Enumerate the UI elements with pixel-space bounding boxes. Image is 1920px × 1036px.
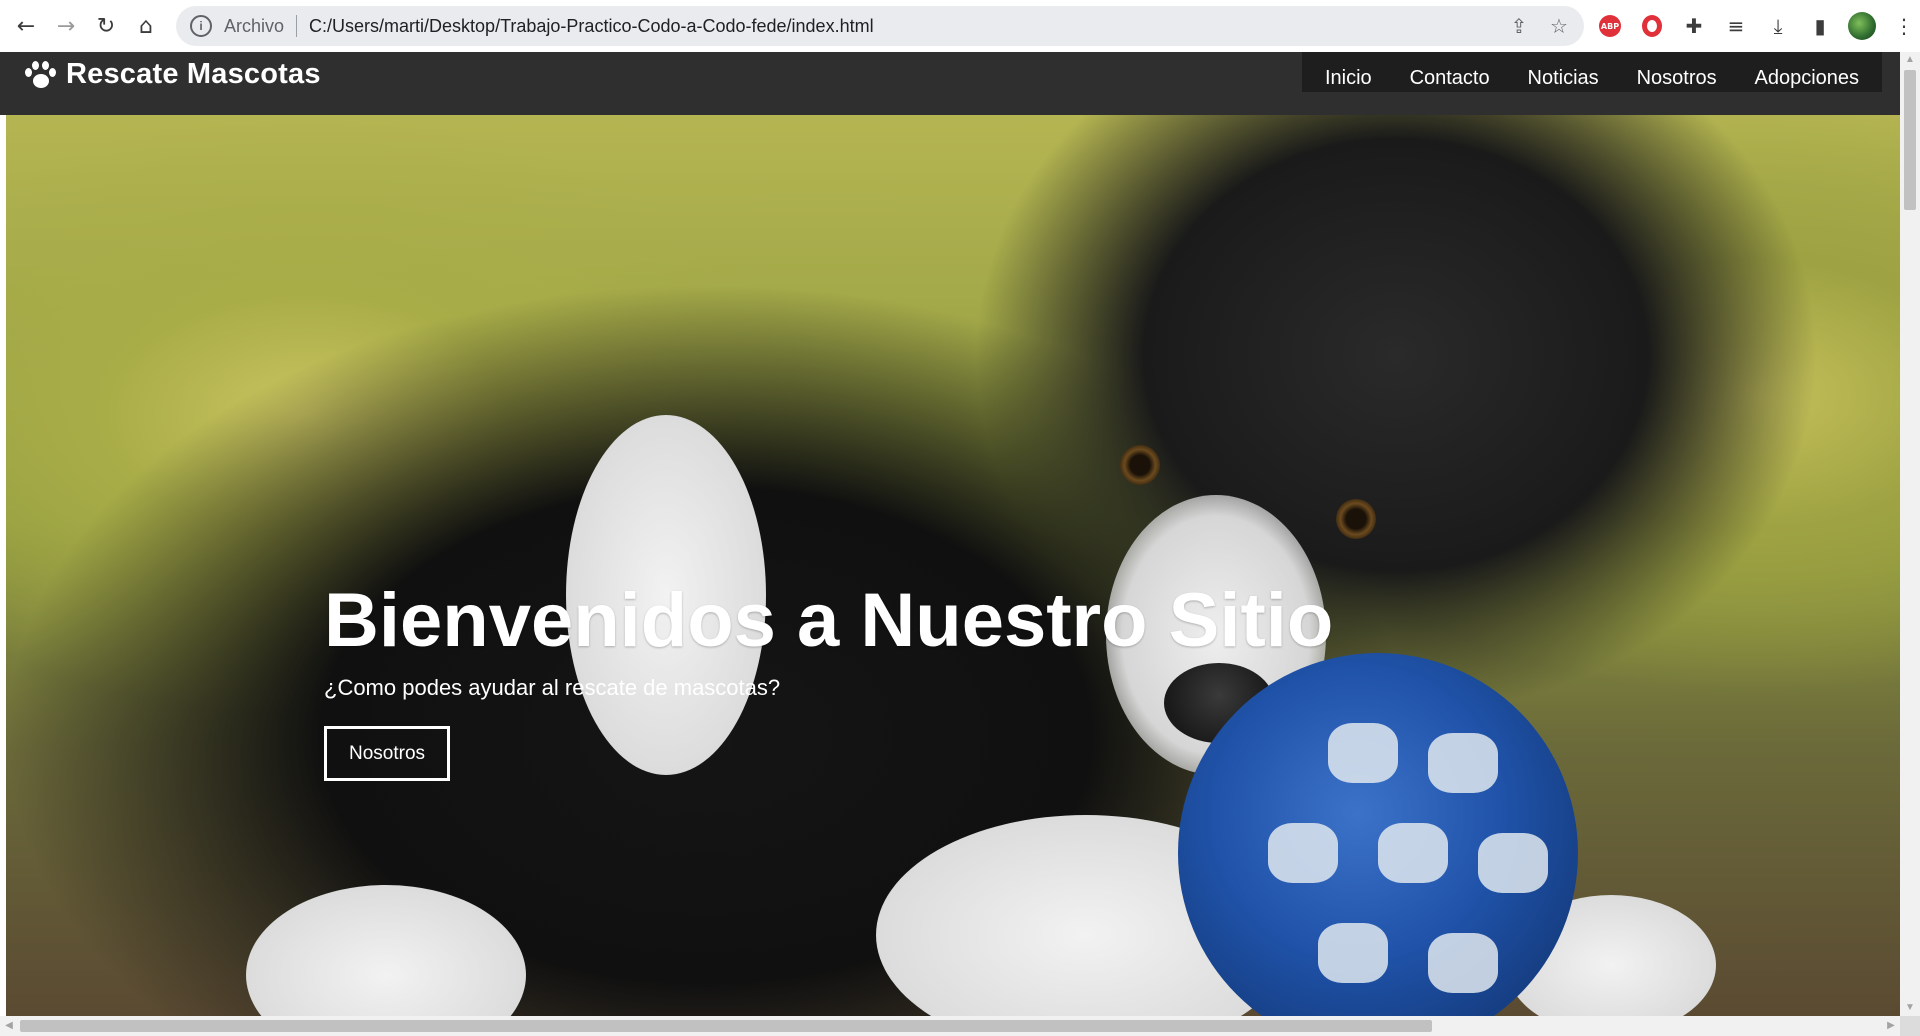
home-icon[interactable]: ⌂ — [126, 6, 166, 46]
extensions-bar: ABP ✚ ≡ ⤓ ▮ ⋮ — [1596, 6, 1918, 46]
address-bar[interactable]: i Archivo C:/Users/marti/Desktop/Trabajo… — [176, 6, 1584, 46]
puppy-back-paw — [246, 885, 526, 1016]
opera-icon[interactable] — [1638, 12, 1666, 40]
info-icon[interactable]: i — [190, 15, 212, 37]
nav-contacto[interactable]: Contacto — [1410, 66, 1490, 92]
scroll-left-icon[interactable]: ◀ — [0, 1016, 18, 1036]
scroll-right-icon[interactable]: ▶ — [1882, 1016, 1900, 1036]
reload-icon[interactable]: ↻ — [86, 6, 126, 46]
adblock-icon[interactable]: ABP — [1596, 12, 1624, 40]
url-text[interactable]: C:/Users/marti/Desktop/Trabajo-Practico-… — [309, 16, 874, 37]
hero-title: Bienvenidos a Nuestro Sitio — [324, 578, 1334, 663]
browser-toolbar: ← → ↻ ⌂ i Archivo C:/Users/marti/Desktop… — [0, 0, 1920, 52]
nav-adopciones[interactable]: Adopciones — [1755, 66, 1860, 92]
hero-banner: Bienvenidos a Nuestro Sitio ¿Como podes … — [6, 115, 1900, 1016]
side-panel-icon[interactable]: ▮ — [1806, 12, 1834, 40]
page-viewport: Rescate Mascotas Inicio Contacto Noticia… — [0, 52, 1900, 1016]
back-arrow-icon[interactable]: ← — [6, 6, 46, 46]
site-header: Rescate Mascotas Inicio Contacto Noticia… — [0, 52, 1900, 115]
security-label: Archivo — [224, 15, 285, 36]
brand-logo[interactable]: Rescate Mascotas — [24, 58, 321, 91]
vertical-scroll-thumb[interactable] — [1904, 70, 1916, 210]
scrollbar-corner — [1900, 1016, 1920, 1036]
menu-icon[interactable]: ⋮ — [1890, 12, 1918, 40]
star-icon[interactable]: ☆ — [1546, 13, 1572, 39]
horizontal-scroll-thumb[interactable] — [20, 1020, 1432, 1032]
adblock-badge: ABP — [1599, 15, 1621, 37]
brand-name: Rescate Mascotas — [66, 58, 321, 90]
puppy-left-eye — [1120, 445, 1160, 485]
horizontal-scrollbar[interactable]: ◀ ▶ — [0, 1016, 1900, 1036]
nav-noticias[interactable]: Noticias — [1528, 66, 1599, 92]
extensions-icon[interactable]: ✚ — [1680, 12, 1708, 40]
nav-inicio[interactable]: Inicio — [1325, 66, 1372, 92]
nosotros-button[interactable]: Nosotros — [324, 726, 450, 781]
vertical-scrollbar[interactable]: ▲ ▼ — [1900, 52, 1920, 1016]
puppy-right-eye — [1336, 499, 1376, 539]
scroll-up-icon[interactable]: ▲ — [1900, 52, 1920, 68]
forward-arrow-icon[interactable]: → — [46, 6, 86, 46]
nav-nosotros[interactable]: Nosotros — [1637, 66, 1717, 92]
profile-avatar[interactable] — [1848, 12, 1876, 40]
main-nav: Inicio Contacto Noticias Nosotros Adopci… — [1302, 52, 1882, 92]
scroll-down-icon[interactable]: ▼ — [1900, 1000, 1920, 1016]
share-icon[interactable]: ⇪ — [1506, 13, 1532, 39]
download-icon[interactable]: ⤓ — [1764, 12, 1792, 40]
omnibox-separator — [296, 15, 298, 37]
hero-subtitle: ¿Como podes ayudar al rescate de mascota… — [324, 675, 781, 700]
paw-icon — [24, 60, 56, 90]
reading-list-icon[interactable]: ≡ — [1722, 12, 1750, 40]
